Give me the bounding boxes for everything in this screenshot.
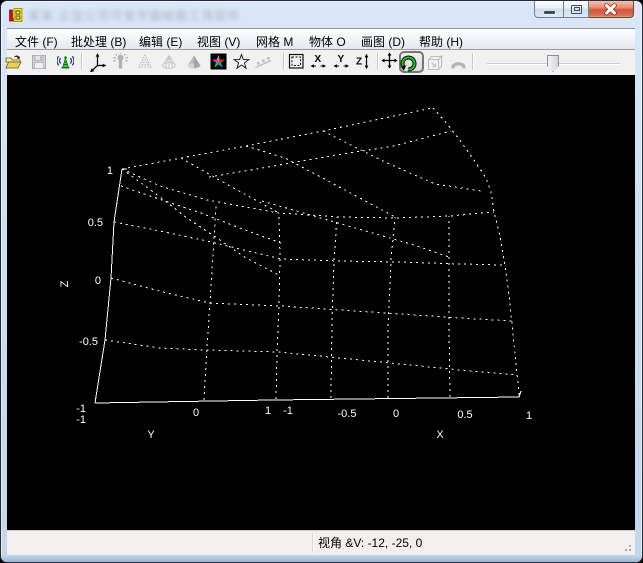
svg-text:-1: -1	[76, 414, 86, 426]
svg-text:Y: Y	[338, 54, 345, 65]
svg-text:X: X	[315, 54, 322, 65]
svg-text:0: 0	[193, 407, 199, 419]
svg-text:1: 1	[526, 410, 532, 422]
svg-text:-0.5: -0.5	[79, 336, 98, 348]
svg-text:Z: Z	[356, 57, 362, 68]
svg-text:-0.5: -0.5	[338, 408, 357, 420]
svg-text:0: 0	[95, 275, 101, 287]
svg-text:0.5: 0.5	[88, 217, 103, 229]
svg-text:1: 1	[107, 165, 113, 177]
svg-text:0: 0	[393, 408, 399, 420]
svg-text:X: X	[436, 429, 444, 441]
svg-text:0.5: 0.5	[457, 409, 472, 421]
svg-text:Y: Y	[147, 429, 155, 441]
svg-text:-1: -1	[283, 405, 293, 417]
svg-text:Z: Z	[59, 280, 71, 287]
svg-text:1: 1	[265, 405, 271, 417]
